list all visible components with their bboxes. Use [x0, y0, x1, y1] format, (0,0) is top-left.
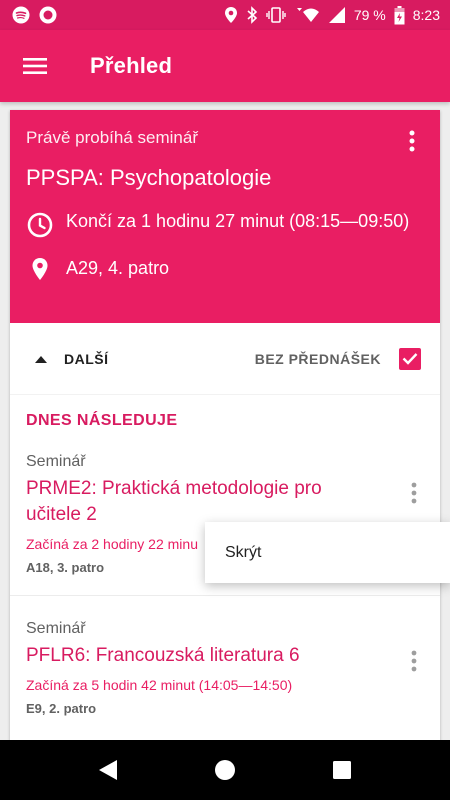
event-type: Seminář — [26, 620, 86, 637]
location-icon — [224, 6, 238, 24]
recents-button[interactable] — [322, 750, 362, 790]
divider — [10, 595, 440, 596]
battery-percent: 79 % — [353, 7, 386, 23]
more-vert-icon — [411, 650, 417, 672]
current-event-kicker: Právě probíhá seminář — [26, 128, 198, 147]
event-more-button[interactable] — [404, 648, 424, 674]
event-title: PRME2: Praktická metodologie pro učitele… — [26, 478, 322, 525]
bluetooth-icon — [246, 6, 258, 24]
no-lectures-filter-label[interactable]: BEZ PŘEDNÁŠEK — [255, 351, 381, 367]
navigation-bar — [0, 740, 450, 800]
current-event-panel[interactable]: Právě probíhá seminář PPSPA: Psychopatol… — [10, 110, 440, 323]
back-button[interactable] — [88, 750, 128, 790]
back-triangle-icon — [99, 760, 118, 780]
signal-icon — [328, 6, 346, 24]
vibrate-icon — [266, 6, 286, 24]
home-button[interactable] — [205, 750, 245, 790]
event-more-button[interactable] — [404, 480, 424, 506]
record-icon — [39, 6, 57, 24]
event-room: E9, 2. patro — [26, 701, 97, 716]
current-event-location: A29, 4. patro — [66, 258, 170, 278]
page-title: Přehled — [90, 53, 173, 78]
status-bar: 79 % 8:23 — [0, 0, 450, 30]
app-bar: Přehled — [0, 30, 450, 102]
wifi-icon — [294, 6, 320, 24]
event-item[interactable]: Seminář PFLR6: Francouzská literatura 6 … — [10, 620, 440, 716]
menu-button[interactable] — [0, 30, 70, 102]
overview-card: Právě probíhá seminář PPSPA: Psychopatol… — [10, 110, 440, 750]
clock-icon — [27, 212, 53, 238]
place-icon — [32, 258, 48, 280]
event-title: PFLR6: Francouzská literatura 6 — [26, 645, 300, 666]
event-time: Začíná za 5 hodin 42 minut (14:05—14:50) — [26, 677, 293, 693]
next-header: DALŠÍ BEZ PŘEDNÁŠEK — [10, 323, 440, 395]
current-event-time: Končí za 1 hodinu 27 minut (08:15—09:50) — [66, 211, 410, 231]
more-vert-icon — [409, 130, 415, 152]
spotify-icon — [12, 6, 30, 24]
menu-item-hide[interactable]: Skrýt — [225, 544, 261, 562]
more-vert-icon — [411, 482, 417, 504]
event-type: Seminář — [26, 453, 86, 470]
no-lectures-checkbox[interactable] — [399, 347, 421, 370]
section-title-today: DNES NÁSLEDUJE — [26, 412, 178, 429]
recents-square-icon — [332, 761, 351, 779]
clock: 8:23 — [412, 7, 440, 23]
current-event-title: PPSPA: Psychopatologie — [26, 165, 272, 190]
check-icon — [402, 353, 418, 365]
next-toggle-label[interactable]: DALŠÍ — [64, 351, 109, 367]
popup-menu: Skrýt — [205, 522, 450, 583]
collapse-arrow-icon[interactable] — [34, 354, 48, 364]
hamburger-menu-icon — [23, 58, 47, 74]
battery-charging-icon — [394, 5, 405, 25]
current-event-more-button[interactable] — [400, 128, 424, 154]
home-circle-icon — [214, 760, 235, 780]
